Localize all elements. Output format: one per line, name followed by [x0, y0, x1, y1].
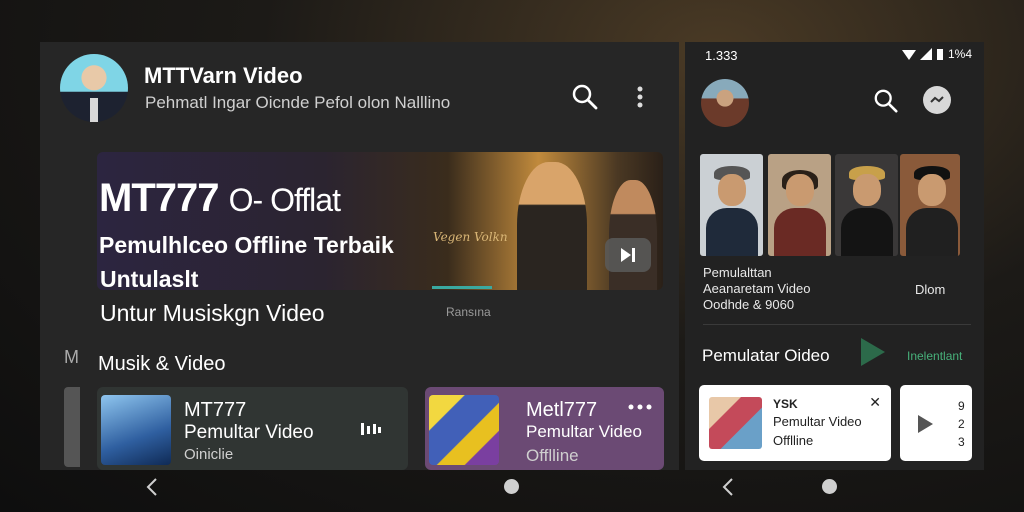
- media-card[interactable]: 9 2 3: [900, 385, 972, 461]
- card-meta: Oiniclie: [184, 446, 234, 463]
- card-title: Metl777: [526, 399, 598, 421]
- side-panel: 1.333 1%4 Pemulalttan Aeanaretam Video O…: [685, 42, 984, 470]
- wifi-icon: [901, 50, 916, 60]
- hero-tagline-2: Untulaslt: [100, 266, 199, 292]
- music-bars-icon[interactable]: [360, 421, 382, 442]
- card-title: MT777: [184, 399, 247, 421]
- back-icon[interactable]: [722, 477, 742, 499]
- card-thumbnail: [429, 395, 499, 465]
- search-icon[interactable]: [871, 86, 901, 116]
- divider: [703, 324, 971, 325]
- more-dots-icon[interactable]: [628, 397, 652, 415]
- battery-icon: [936, 49, 943, 60]
- media-card[interactable]: Metl777 Pemultar Video Offlline: [425, 387, 664, 470]
- artist-thumbnail[interactable]: [768, 154, 831, 256]
- signal-icon: [919, 48, 932, 60]
- hero-tagline-3: Untur Musiskgn Video: [100, 300, 325, 326]
- home-button[interactable]: [822, 479, 837, 494]
- caption-line: Aeanaretam Video: [703, 281, 811, 296]
- media-card[interactable]: MT777 Pemultar Video Oiniclie: [97, 387, 408, 470]
- hero-tagline-1: Pemulhlceo Offline Terbaik: [99, 232, 394, 258]
- faces-side-label: Dlom: [915, 282, 946, 297]
- card-thumbnail: [101, 395, 171, 465]
- card-subtitle: Pemultar Video: [526, 422, 642, 441]
- artist-thumbnail[interactable]: [900, 154, 960, 256]
- back-icon[interactable]: [146, 477, 166, 499]
- card-text: 9 2 3: [958, 397, 965, 451]
- card-meta: Offlline: [526, 446, 579, 465]
- card-line: 3: [958, 435, 965, 449]
- caption-line: Oodhde & 9060: [703, 297, 795, 312]
- card-subtitle: Pemultar Video: [184, 422, 314, 443]
- section-title: Pemulatar Oideo: [702, 346, 830, 365]
- faces-caption: Pemulalttan Aeanaretam Video Oodhde & 90…: [703, 265, 810, 313]
- card-line: 2: [958, 417, 965, 431]
- profile-avatar[interactable]: [60, 54, 128, 122]
- card-line: 9: [958, 399, 965, 413]
- hero-title-rest: O- Offlat: [228, 182, 341, 218]
- hero-progress-bar: [432, 286, 492, 289]
- edge-letter: M: [64, 347, 79, 367]
- card-badge: YSK: [773, 397, 798, 411]
- artist-thumbnail[interactable]: [835, 154, 898, 256]
- app-subtitle: Pehmatl Ingar Oicnde Pefol olon Nalllino: [145, 93, 451, 112]
- main-panel: MTTVarn Video Pehmatl Ingar Oicnde Pefol…: [40, 42, 679, 470]
- singer-figure: [517, 162, 587, 290]
- edge-card[interactable]: [64, 387, 80, 467]
- play-button[interactable]: [605, 238, 651, 272]
- status-time: 1.333: [705, 48, 738, 63]
- section-title: Musik & Video: [98, 353, 226, 375]
- artist-thumbnail[interactable]: [700, 154, 763, 256]
- card-title: Pemultar Video: [773, 414, 862, 429]
- play-icon[interactable]: [861, 338, 885, 366]
- hero-title-bold: MT777: [99, 176, 219, 220]
- battery-level: 1%4: [947, 47, 972, 61]
- close-icon[interactable]: ✕: [869, 394, 881, 411]
- more-vert-icon[interactable]: [630, 80, 650, 114]
- play-icon[interactable]: [918, 415, 933, 433]
- search-icon[interactable]: [568, 80, 602, 114]
- app-title: MTTVarn Video: [144, 63, 303, 88]
- hero-caption: Ransına: [446, 305, 491, 319]
- profile-avatar[interactable]: [701, 79, 749, 127]
- hero-signature: Vegen Volkn: [433, 230, 508, 244]
- section-link[interactable]: Inelentlant: [907, 349, 962, 363]
- guitarist-figure: [609, 180, 657, 290]
- home-button[interactable]: [504, 479, 519, 494]
- hero-title: MT777 O- Offlat: [99, 176, 341, 221]
- chat-bubble-icon[interactable]: [923, 86, 951, 114]
- card-thumbnail: [709, 397, 762, 449]
- card-meta: Offlline: [773, 433, 814, 448]
- status-bar-icons: 1%4: [901, 47, 972, 61]
- media-card[interactable]: YSK Pemultar Video Offlline ✕: [699, 385, 891, 461]
- caption-line: Pemulalttan: [703, 265, 772, 280]
